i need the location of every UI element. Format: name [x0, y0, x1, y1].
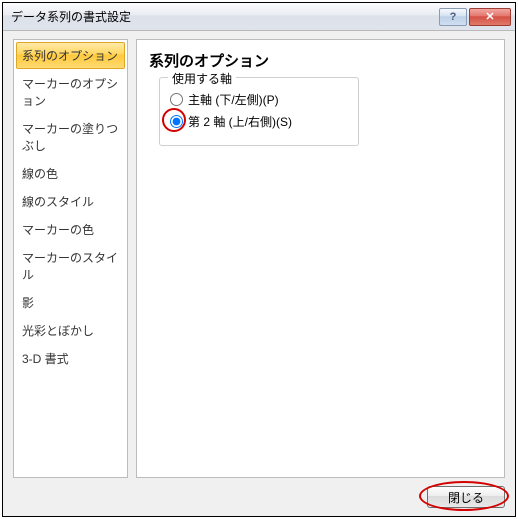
sidebar-item-label: マーカーの塗りつぶし — [22, 122, 118, 153]
sidebar-item-shadow[interactable]: 影 — [16, 289, 125, 316]
radio-secondary-axis-input[interactable] — [170, 115, 183, 128]
footer: 閉じる — [13, 478, 505, 508]
window-title: データ系列の書式設定 — [11, 8, 439, 25]
sidebar-item-series-options[interactable]: 系列のオプション — [16, 42, 125, 69]
sidebar-item-label: 光彩とぼかし — [22, 324, 94, 338]
sidebar-item-label: マーカーのオプション — [22, 77, 118, 108]
sidebar-item-marker-line-style[interactable]: マーカーのスタイル — [16, 244, 125, 288]
help-icon: ? — [450, 11, 457, 23]
content-row: 系列のオプション マーカーのオプション マーカーの塗りつぶし 線の色 線のスタイ… — [13, 39, 505, 478]
sidebar-item-marker-fill[interactable]: マーカーの塗りつぶし — [16, 115, 125, 159]
radio-secondary-axis[interactable]: 第 2 軸 (上/右側)(S) — [170, 113, 348, 130]
sidebar-item-label: 影 — [22, 296, 34, 310]
sidebar-item-3d-format[interactable]: 3-D 書式 — [16, 345, 125, 372]
close-window-button[interactable]: ✕ — [469, 8, 511, 26]
close-button[interactable]: 閉じる — [427, 486, 505, 508]
close-button-label: 閉じる — [448, 491, 484, 505]
sidebar-item-line-style[interactable]: 線のスタイル — [16, 188, 125, 215]
radio-primary-axis[interactable]: 主軸 (下/左側)(P) — [170, 91, 348, 108]
sidebar-item-label: マーカーの色 — [22, 223, 94, 237]
sidebar-item-marker-line-color[interactable]: マーカーの色 — [16, 216, 125, 243]
panel-heading: 系列のオプション — [149, 50, 492, 71]
radio-label: 主軸 (下/左側)(P) — [188, 91, 279, 108]
radio-label: 第 2 軸 (上/右側)(S) — [188, 113, 292, 130]
titlebar: データ系列の書式設定 ? ✕ — [3, 3, 515, 31]
sidebar-item-label: マーカーのスタイル — [22, 251, 118, 282]
titlebar-buttons: ? ✕ — [439, 8, 511, 26]
fieldset-legend: 使用する軸 — [168, 70, 236, 87]
sidebar-item-marker-options[interactable]: マーカーのオプション — [16, 70, 125, 114]
close-icon: ✕ — [485, 10, 494, 23]
dialog-window: データ系列の書式設定 ? ✕ 系列のオプション マーカーのオプション マーカーの… — [2, 2, 516, 517]
sidebar-item-glow[interactable]: 光彩とぼかし — [16, 317, 125, 344]
radio-primary-axis-input[interactable] — [170, 93, 183, 106]
main-panel: 系列のオプション 使用する軸 主軸 (下/左側)(P) 第 2 軸 (上/右側)… — [136, 39, 505, 478]
sidebar: 系列のオプション マーカーのオプション マーカーの塗りつぶし 線の色 線のスタイ… — [13, 39, 128, 478]
sidebar-item-label: 線の色 — [22, 167, 58, 181]
axis-fieldset: 使用する軸 主軸 (下/左側)(P) 第 2 軸 (上/右側)(S) — [159, 77, 359, 146]
sidebar-item-label: 3-D 書式 — [22, 352, 69, 366]
sidebar-item-label: 線のスタイル — [22, 195, 94, 209]
window-body: 系列のオプション マーカーのオプション マーカーの塗りつぶし 線の色 線のスタイ… — [3, 31, 515, 516]
help-button[interactable]: ? — [439, 8, 467, 26]
sidebar-item-line-color[interactable]: 線の色 — [16, 160, 125, 187]
sidebar-item-label: 系列のオプション — [22, 49, 118, 63]
